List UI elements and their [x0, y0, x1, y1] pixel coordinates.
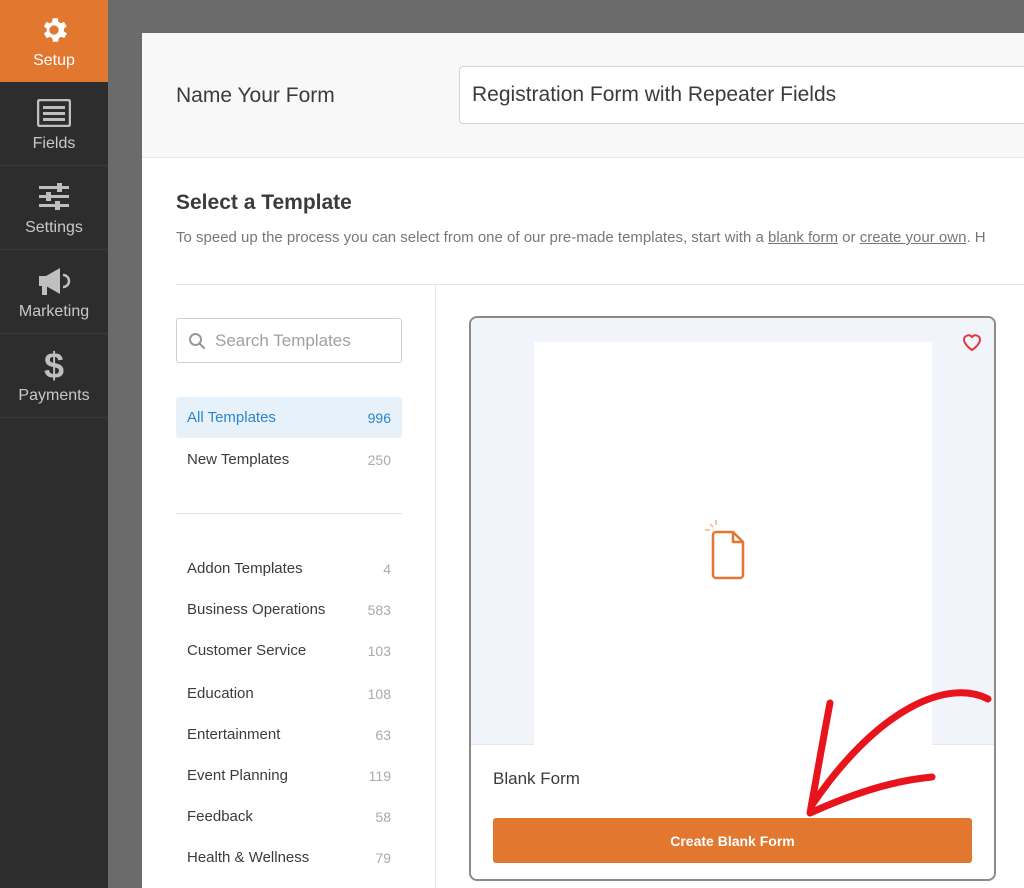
category-count: 79 — [375, 849, 391, 866]
category-count: 63 — [375, 726, 391, 743]
fields-list-icon — [37, 95, 71, 131]
divider — [176, 513, 402, 514]
category-item[interactable]: Addon Templates 4 — [176, 548, 402, 589]
category-item[interactable]: Health & Wellness 79 — [176, 837, 402, 878]
category-all-templates[interactable]: All Templates 996 — [176, 397, 402, 438]
category-label: Education — [187, 685, 254, 702]
category-count: 58 — [375, 808, 391, 825]
description-text: . H — [966, 229, 986, 246]
search-input[interactable] — [215, 327, 395, 355]
search-icon — [188, 332, 206, 355]
sidebar-item-payments[interactable]: $ Payments — [0, 334, 108, 418]
svg-text:$: $ — [44, 346, 64, 384]
template-preview — [471, 318, 994, 746]
category-label: Health & Wellness — [187, 849, 310, 866]
category-label: Addon Templates — [187, 560, 303, 577]
description-text: To speed up the process you can select f… — [176, 229, 768, 246]
sliders-icon — [38, 179, 70, 215]
category-item[interactable]: Feedback 58 — [176, 796, 402, 837]
sidebar-item-label: Marketing — [18, 302, 90, 320]
divider — [435, 285, 436, 888]
category-count: 4 — [383, 560, 391, 577]
sidebar-item-label: Settings — [25, 218, 83, 236]
template-name: Blank Form — [493, 769, 580, 788]
category-item[interactable]: Education 108 — [176, 673, 402, 714]
category-item[interactable]: Entertainment 63 — [176, 714, 402, 755]
category-label: New Templates — [187, 451, 290, 468]
section-description: To speed up the process you can select f… — [176, 229, 986, 246]
dollar-icon: $ — [42, 346, 66, 384]
category-count: 119 — [368, 767, 391, 784]
category-count: 250 — [367, 451, 391, 468]
form-name-bar: Name Your Form — [142, 33, 1024, 158]
divider — [176, 284, 1024, 285]
annotation-arrow — [806, 689, 992, 817]
category-new-templates[interactable]: New Templates 250 — [176, 439, 402, 480]
builder-sidebar: Setup Fields Settings Marketing $ Paymen… — [0, 0, 108, 888]
category-item[interactable]: Business Operations 583 — [176, 589, 402, 630]
search-box — [176, 318, 402, 363]
category-label: Customer Service — [187, 642, 307, 659]
category-label: All Templates — [187, 409, 276, 426]
category-label: Entertainment — [187, 726, 281, 743]
sidebar-item-marketing[interactable]: Marketing — [0, 250, 108, 334]
category-label: Feedback — [187, 808, 253, 825]
sidebar-item-label: Setup — [33, 52, 75, 69]
sidebar-item-setup[interactable]: Setup — [0, 0, 108, 82]
blank-form-link[interactable]: blank form — [768, 229, 838, 246]
category-count: 108 — [367, 685, 391, 702]
form-name-input[interactable] — [459, 66, 1024, 124]
megaphone-icon — [36, 263, 72, 299]
sidebar-item-fields[interactable]: Fields — [0, 82, 108, 166]
sidebar-item-label: Payments — [18, 386, 90, 404]
sidebar-item-label: Fields — [32, 134, 76, 152]
create-your-own-link[interactable]: create your own — [860, 229, 967, 246]
blank-document-icon — [704, 518, 758, 587]
category-count: 583 — [367, 601, 391, 618]
description-text: or — [838, 229, 860, 246]
category-label: Business Operations — [187, 601, 326, 618]
category-count: 103 — [367, 642, 391, 659]
category-item[interactable]: Event Planning 119 — [176, 755, 402, 796]
category-label: Event Planning — [187, 767, 288, 784]
sidebar-item-settings[interactable]: Settings — [0, 166, 108, 250]
section-title: Select a Template — [176, 191, 352, 214]
category-count: 996 — [367, 409, 391, 426]
favorite-heart-icon[interactable] — [961, 332, 983, 357]
category-item[interactable]: Customer Service 103 — [176, 630, 402, 671]
gear-icon — [38, 12, 70, 48]
form-name-label: Name Your Form — [176, 84, 335, 107]
